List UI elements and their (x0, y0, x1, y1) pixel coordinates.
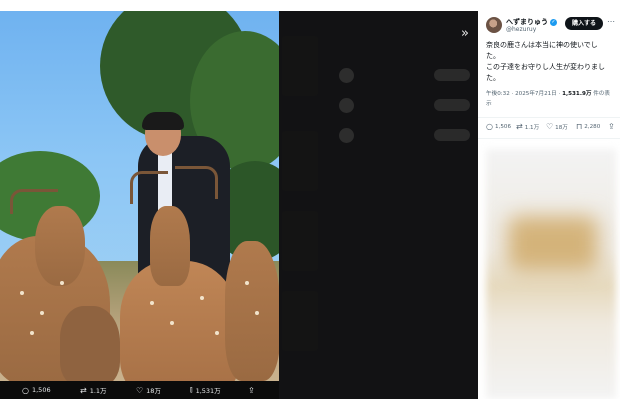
dimmed-thumbnail (282, 36, 318, 96)
post-meta: 午後0:32 · 2025年7月21日 · 1,531.9万 件の表 示 (486, 89, 618, 109)
repost-icon: ⇄ (80, 385, 87, 395)
reply-count: 1,506 (31, 386, 51, 394)
photo-spot (215, 331, 219, 335)
post-photo[interactable] (0, 11, 279, 381)
subscribe-button[interactable]: 購入する (565, 17, 603, 30)
photo-antler (130, 171, 168, 204)
post-actions: ○ 1,506 ⇄ 1.1万 ♡ 18万 ⊓ 2,280 ⇪ (486, 122, 616, 134)
dimmed-button (434, 69, 470, 81)
dimmed-avatar (339, 68, 354, 83)
display-name-text: へずまりゅう (506, 18, 548, 26)
verified-icon: ✓ (550, 18, 557, 26)
views-icon: ⫾ (190, 385, 193, 394)
post-text-line: た。 (486, 52, 500, 60)
views-count: 1,531万 (195, 387, 221, 395)
like-icon: ♡ (136, 385, 144, 395)
repost-count: 1.1万 (89, 387, 107, 395)
reply-icon: ○ (22, 385, 29, 395)
share-icon: ⇪ (248, 385, 255, 395)
dimmed-avatar (339, 128, 354, 143)
share-button[interactable]: ⇪ (248, 386, 258, 395)
post-text: 奈良の鹿さんは本当に神の使いでし た。 この子達をお守りし人生が変わりまし た。 (486, 40, 616, 84)
photo-spot (200, 296, 204, 300)
dimmed-button (434, 99, 470, 111)
dimmed-background-timeline (279, 11, 478, 399)
blurred-replies-area (486, 149, 616, 399)
blurred-reply-image (508, 216, 598, 271)
photo-person-hair (142, 112, 184, 130)
photo-antler (10, 189, 58, 214)
repost-button[interactable]: ⇄ 1.1万 (516, 122, 539, 131)
dimmed-thumbnail (282, 131, 318, 191)
media-viewer: » ○ 1,506 ⇄ 1.1万 ♡ 18万 ⫾ 1,531万 ⇪ (0, 11, 478, 399)
photo-spot (30, 331, 34, 335)
photo-deer (60, 306, 120, 381)
photo-antler (175, 166, 218, 199)
post-text-line: この子達をお守りし人生が変わりまし (486, 63, 605, 71)
bookmark-icon: ⊓ (576, 122, 583, 131)
post-view-count: 1,531.9万 (562, 91, 592, 97)
dimmed-avatar (339, 98, 354, 113)
photo-spot (150, 301, 154, 305)
views-stat[interactable]: ⫾ 1,531万 (190, 385, 221, 395)
photo-deer (35, 206, 85, 286)
avatar[interactable] (486, 17, 502, 33)
share-button[interactable]: ⇪ (608, 122, 617, 131)
user-handle[interactable]: @hezuruy (506, 26, 536, 33)
like-count: 18万 (555, 124, 568, 131)
reply-count: 1,506 (494, 123, 511, 130)
reply-stat[interactable]: ○ 1,506 (22, 386, 51, 395)
photo-spot (40, 311, 44, 315)
reply-icon: ○ (486, 122, 493, 131)
like-stat[interactable]: ♡ 18万 (136, 385, 161, 396)
more-icon[interactable]: ⋯ (607, 17, 615, 26)
divider (478, 138, 620, 139)
photo-spot (255, 311, 259, 315)
like-button[interactable]: ♡ 18万 (546, 122, 568, 131)
repost-stat[interactable]: ⇄ 1.1万 (80, 385, 107, 396)
screenshot-frame: » ○ 1,506 ⇄ 1.1万 ♡ 18万 ⫾ 1,531万 ⇪ へずまりゅう… (0, 0, 620, 413)
like-icon: ♡ (546, 122, 554, 131)
dimmed-button (434, 129, 470, 141)
reply-button[interactable]: ○ 1,506 (486, 122, 511, 131)
photo-spot (170, 321, 174, 325)
like-count: 18万 (146, 387, 161, 395)
divider (478, 117, 620, 118)
repost-icon: ⇄ (516, 122, 523, 131)
expand-icon[interactable]: » (458, 27, 472, 41)
post-text-line: た。 (486, 74, 500, 82)
share-icon: ⇪ (608, 122, 615, 131)
post-text-line: 奈良の鹿さんは本当に神の使いでし (486, 41, 598, 49)
photo-spot (245, 281, 249, 285)
dimmed-thumbnail (282, 211, 318, 271)
media-stats-bar: ○ 1,506 ⇄ 1.1万 ♡ 18万 ⫾ 1,531万 ⇪ (0, 381, 478, 399)
post-timestamp[interactable]: 午後0:32 · 2025年7月21日 · (486, 91, 562, 97)
photo-deer (150, 206, 190, 286)
post-view-suffix: 件の表 (591, 91, 610, 97)
bookmark-button[interactable]: ⊓ 2,280 (576, 122, 600, 131)
post-detail-sidebar: へずまりゅう ✓ @hezuruy 購入する ⋯ 奈良の鹿さんは本当に神の使いでし… (478, 11, 620, 399)
dimmed-thumbnail (282, 291, 318, 351)
photo-spot (20, 291, 24, 295)
post-view-suffix-2: 示 (486, 101, 492, 107)
photo-deer (225, 241, 279, 381)
bookmark-count: 2,280 (584, 123, 601, 130)
photo-spot (60, 281, 64, 285)
repost-count: 1.1万 (524, 124, 540, 131)
